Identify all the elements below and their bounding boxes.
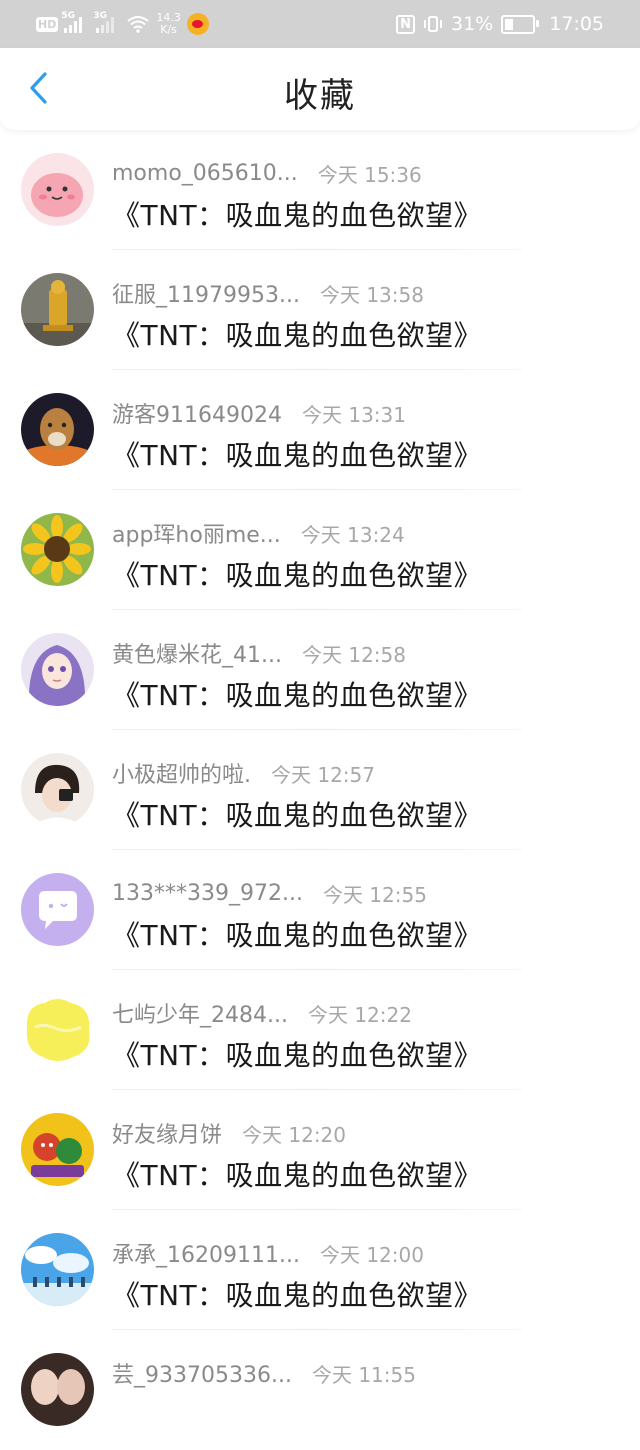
network-gen-label: 5G	[61, 11, 75, 21]
battery-percent: 31%	[451, 13, 494, 35]
status-time: 17:05	[549, 13, 604, 35]
item-time: 今天 12:57	[271, 762, 375, 787]
user-name[interactable]: 承承_16209111...	[112, 1237, 300, 1269]
network-gen-label: 3G	[93, 11, 107, 21]
item-time: 今天 13:24	[300, 522, 405, 547]
favorite-title[interactable]: 《TNT：吸血鬼的血色欲望》	[112, 914, 482, 954]
avatar[interactable]	[21, 393, 94, 466]
item-meta: 七屿少年_2484... 今天 12:22	[112, 997, 412, 1029]
favorite-title[interactable]: 《TNT：吸血鬼的血色欲望》	[112, 554, 482, 594]
list-item[interactable]: 承承_16209111... 今天 12:00 《TNT：吸血鬼的血色欲望》	[0, 1210, 640, 1330]
weibo-icon	[186, 13, 209, 35]
item-meta: 芸_933705336... 今天 11:55	[112, 1357, 416, 1389]
favorite-title[interactable]: 《TNT：吸血鬼的血色欲望》	[112, 1274, 482, 1314]
item-time: 今天 15:36	[317, 162, 422, 187]
favorite-title[interactable]: 《TNT：吸血鬼的血色欲望》	[112, 794, 482, 834]
speed-unit: K/s	[160, 23, 177, 36]
avatar[interactable]	[21, 153, 94, 226]
item-meta: 好友缘月饼 今天 12:20	[112, 1117, 347, 1149]
user-name[interactable]: 黄色爆米花_41...	[112, 637, 282, 669]
avatar[interactable]	[21, 513, 94, 586]
user-name[interactable]: 游客911649024	[112, 397, 282, 429]
list-item[interactable]: 七屿少年_2484... 今天 12:22 《TNT：吸血鬼的血色欲望》	[0, 970, 640, 1090]
item-meta: 133***339_972... 今天 12:55	[112, 878, 427, 908]
user-name[interactable]: 芸_933705336...	[112, 1357, 292, 1389]
list-item[interactable]: 征服_11979953... 今天 13:58 《TNT：吸血鬼的血色欲望》	[0, 250, 640, 370]
nfc-icon: N	[396, 14, 415, 34]
avatar[interactable]	[21, 1233, 94, 1306]
favorite-title[interactable]: 《TNT：吸血鬼的血色欲望》	[112, 434, 482, 474]
wifi-icon	[127, 16, 149, 33]
item-meta: 小极超帅的啦. 今天 12:57	[112, 757, 375, 789]
avatar[interactable]	[21, 993, 94, 1066]
list-item[interactable]: 好友缘月饼 今天 12:20 《TNT：吸血鬼的血色欲望》	[0, 1090, 640, 1210]
item-time: 今天 12:55	[322, 882, 427, 907]
favorite-title[interactable]: 《TNT：吸血鬼的血色欲望》	[112, 194, 482, 234]
network-speed: 14.3 K/s	[156, 12, 181, 36]
avatar[interactable]	[21, 753, 94, 826]
favorite-title[interactable]: 《TNT：吸血鬼的血色欲望》	[112, 314, 482, 354]
avatar[interactable]	[21, 1353, 94, 1426]
user-name[interactable]: momo_065610...	[112, 161, 298, 186]
list-item[interactable]: momo_065610... 今天 15:36 《TNT：吸血鬼的血色欲望》	[0, 130, 640, 250]
item-time: 今天 12:58	[301, 642, 406, 667]
user-name[interactable]: 七屿少年_2484...	[112, 997, 288, 1029]
vibrate-icon	[424, 16, 442, 32]
favorite-title[interactable]: 《TNT：吸血鬼的血色欲望》	[112, 1154, 482, 1194]
favorites-list: momo_065610... 今天 15:36 《TNT：吸血鬼的血色欲望》 征…	[0, 130, 640, 1450]
signal-icon: 5G	[61, 11, 83, 33]
avatar[interactable]	[21, 633, 94, 706]
list-item[interactable]: app珲ho丽me... 今天 13:24 《TNT：吸血鬼的血色欲望》	[0, 490, 640, 610]
status-bar-left: HD 5G 3G 14.3 K/s	[36, 10, 209, 38]
item-time: 今天 11:55	[311, 1362, 416, 1387]
item-meta: app珲ho丽me... 今天 13:24	[112, 517, 405, 549]
list-item[interactable]: 芸_933705336... 今天 11:55	[0, 1330, 640, 1450]
avatar[interactable]	[21, 873, 94, 946]
user-name[interactable]: 征服_11979953...	[112, 277, 300, 309]
user-name[interactable]: 133***339_972...	[112, 881, 303, 906]
user-name[interactable]: 好友缘月饼	[112, 1117, 222, 1149]
item-meta: 征服_11979953... 今天 13:58	[112, 277, 424, 309]
item-time: 今天 13:58	[319, 282, 424, 307]
hd-badge-icon: HD	[36, 16, 59, 32]
status-bar: HD 5G 3G 14.3 K/s N 31% 17:05	[0, 0, 640, 48]
signal-icon: 3G	[93, 11, 115, 33]
favorite-title[interactable]: 《TNT：吸血鬼的血色欲望》	[112, 674, 482, 714]
item-time: 今天 12:00	[319, 1242, 424, 1267]
item-meta: 黄色爆米花_41... 今天 12:58	[112, 637, 406, 669]
item-meta: momo_065610... 今天 15:36	[112, 158, 422, 188]
item-time: 今天 12:20	[242, 1122, 347, 1147]
avatar[interactable]	[21, 1113, 94, 1186]
top-nav-bar: 收藏	[0, 48, 640, 130]
list-item[interactable]: 133***339_972... 今天 12:55 《TNT：吸血鬼的血色欲望》	[0, 850, 640, 970]
item-meta: 游客911649024 今天 13:31	[112, 397, 406, 429]
avatar[interactable]	[21, 273, 94, 346]
page-title: 收藏	[284, 76, 356, 116]
item-time: 今天 13:31	[301, 402, 406, 427]
favorite-title[interactable]: 《TNT：吸血鬼的血色欲望》	[112, 1034, 482, 1074]
user-name[interactable]: app珲ho丽me...	[112, 517, 281, 549]
item-meta: 承承_16209111... 今天 12:00	[112, 1237, 424, 1269]
list-item[interactable]: 黄色爆米花_41... 今天 12:58 《TNT：吸血鬼的血色欲望》	[0, 610, 640, 730]
status-bar-right: N 31% 17:05	[396, 10, 604, 38]
item-time: 今天 12:22	[307, 1002, 412, 1027]
battery-icon	[501, 14, 540, 34]
list-item[interactable]: 小极超帅的啦. 今天 12:57 《TNT：吸血鬼的血色欲望》	[0, 730, 640, 850]
list-item[interactable]: 游客911649024 今天 13:31 《TNT：吸血鬼的血色欲望》	[0, 370, 640, 490]
user-name[interactable]: 小极超帅的啦.	[112, 757, 251, 789]
